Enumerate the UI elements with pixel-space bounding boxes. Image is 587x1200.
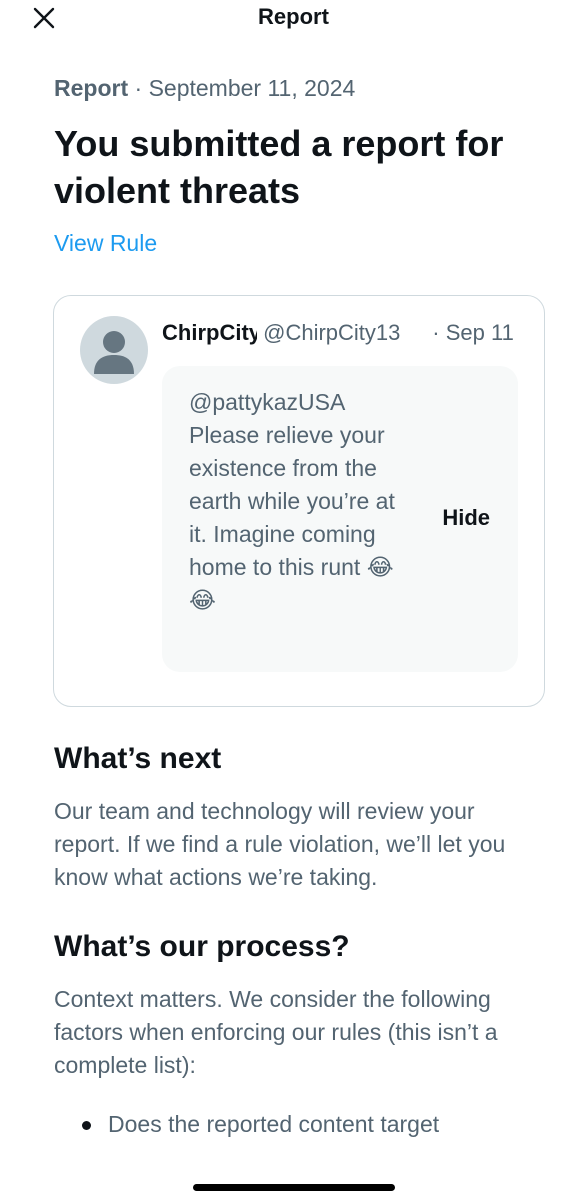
top-bar: Report (0, 0, 587, 36)
hide-button[interactable]: Hide (442, 505, 490, 531)
report-meta: Report · September 11, 2024 (54, 75, 355, 102)
avatar (80, 316, 148, 384)
post-header: ChirpCity @ChirpCity13 · Sep 11 (162, 320, 522, 346)
scroll-fade (0, 1140, 587, 1200)
process-text: Context matters. We consider the followi… (54, 986, 498, 1078)
report-date: September 11, 2024 (148, 75, 356, 101)
post-date: Sep 11 (445, 320, 514, 345)
process-heading: What’s our process? (54, 930, 350, 963)
view-rule-link[interactable]: View Rule (54, 230, 157, 257)
whats-next-heading: What’s next (54, 742, 222, 775)
post-display-name[interactable]: ChirpCity (162, 320, 257, 346)
report-detail-screen: Report Report · September 11, 2024 You s… (0, 0, 587, 1200)
post-separator: · (432, 320, 440, 345)
post-body: @pattykazUSA Please relieve your existen… (162, 366, 518, 672)
reported-post-card: ChirpCity @ChirpCity13 · Sep 11 @pattyka… (53, 295, 545, 707)
page-title: Report (258, 4, 329, 29)
home-indicator[interactable] (193, 1184, 395, 1191)
list-item: Does the reported content target (80, 1108, 550, 1141)
report-headline: You submitted a report for violent threa… (54, 123, 504, 211)
post-handle[interactable]: @ChirpCity13 (263, 320, 426, 346)
default-avatar-icon (94, 331, 134, 374)
report-label: Report (54, 75, 129, 101)
whats-next-text: Our team and technology will review your… (54, 798, 506, 890)
post-text: @pattykazUSA Please relieve your existen… (189, 389, 395, 613)
meta-separator: · (134, 75, 143, 101)
process-factor-list: Does the reported content target (80, 1108, 550, 1141)
